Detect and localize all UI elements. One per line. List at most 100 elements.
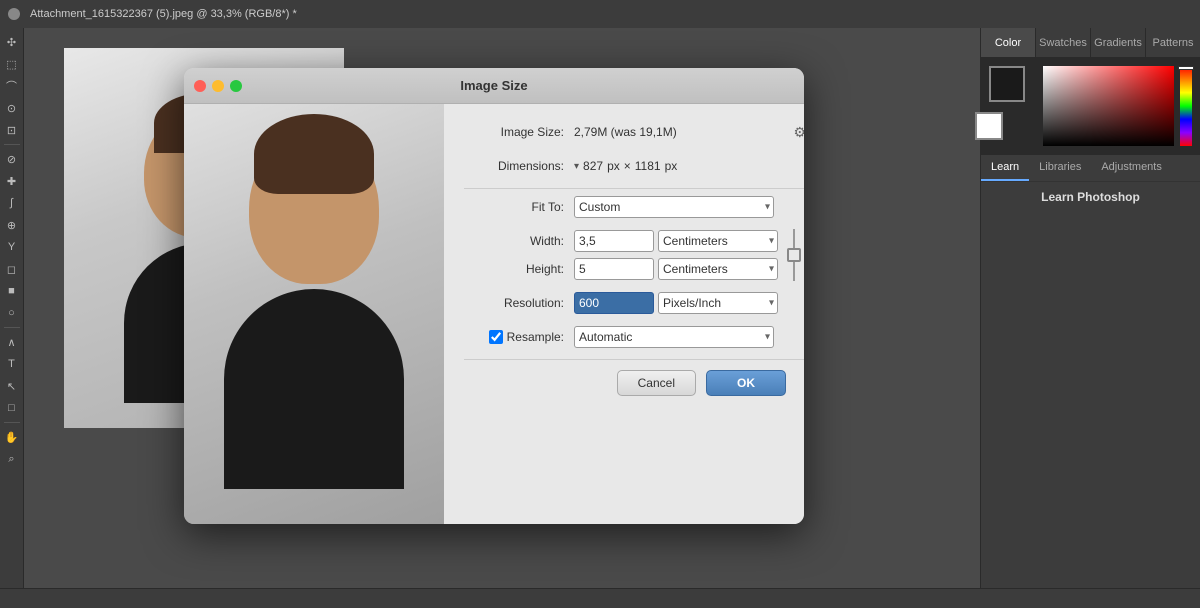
fit-to-row: Fit To: Custom Original Size View Size xyxy=(464,195,804,219)
panel-section-title: Learn Photoshop xyxy=(981,182,1200,212)
top-bar: Attachment_1615322367 (5).jpeg @ 33,3% (… xyxy=(0,0,1200,28)
resolution-row: Resolution: Pixels/Inch Pixels/Centimete… xyxy=(464,291,804,315)
image-size-label: Image Size: xyxy=(464,125,574,139)
chain-bottom-line xyxy=(793,262,795,281)
dialog-preview xyxy=(184,104,444,524)
foreground-color[interactable] xyxy=(989,66,1025,102)
dimensions-separator: × xyxy=(624,159,631,173)
dimensions-height: 1181 xyxy=(635,159,661,173)
fit-to-select-wrapper: Custom Original Size View Size xyxy=(574,196,774,218)
quick-select-tool[interactable]: ⊙ xyxy=(2,98,22,118)
tab-swatches[interactable]: Swatches xyxy=(1036,28,1091,57)
dialog-person-hair xyxy=(254,114,374,194)
color-panel-tabs: Color Swatches Gradients Patterns xyxy=(981,28,1200,58)
chain-link-box xyxy=(787,248,801,262)
resolution-label: Resolution: xyxy=(464,296,574,310)
dialog-close-button[interactable] xyxy=(194,80,206,92)
left-toolbar: ✣ ⬚ ⌒ ⊙ ⊡ ⊘ ✚ ∫ ⊕ Y ◻ ■ ○ ∧ T ↖ □ ✋ ⌕ xyxy=(0,28,24,588)
learn-panel-tabs: Learn Libraries Adjustments xyxy=(981,155,1200,182)
dimensions-toggle[interactable]: ▾ xyxy=(574,161,579,172)
tool-separator xyxy=(4,144,20,145)
hand-tool[interactable]: ✋ xyxy=(2,427,22,447)
height-row: Height: Centimeters Inches Pixels xyxy=(464,257,778,281)
resample-row: Resample: Automatic Preserve Details Bic… xyxy=(464,325,804,349)
tab-libraries[interactable]: Libraries xyxy=(1029,155,1091,181)
width-unit-select[interactable]: Centimeters Inches Pixels xyxy=(658,230,778,252)
tab-learn[interactable]: Learn xyxy=(981,155,1029,181)
clone-tool[interactable]: ⊕ xyxy=(2,215,22,235)
fit-to-select[interactable]: Custom Original Size View Size xyxy=(574,196,774,218)
resample-select-wrapper: Automatic Preserve Details Bicubic Smoot… xyxy=(574,326,774,348)
tool-separator-3 xyxy=(4,422,20,423)
move-tool[interactable]: ✣ xyxy=(2,32,22,52)
resample-label-text: Resample: xyxy=(507,330,564,344)
eraser-tool[interactable]: ◻ xyxy=(2,259,22,279)
dialog-buttons: Cancel OK xyxy=(464,359,804,412)
gear-icon[interactable]: ⚙ xyxy=(793,124,804,141)
dialog-preview-image xyxy=(184,104,444,524)
background-color[interactable] xyxy=(975,112,1003,140)
status-bar xyxy=(0,588,1200,608)
fg-bg-swatches[interactable] xyxy=(989,66,1037,114)
main-area: ✣ ⬚ ⌒ ⊙ ⊡ ⊘ ✚ ∫ ⊕ Y ◻ ■ ○ ∧ T ↖ □ ✋ ⌕ xyxy=(0,28,1200,588)
ok-button[interactable]: OK xyxy=(706,370,786,396)
right-panel: Color Swatches Gradients Patterns xyxy=(980,28,1200,588)
tab-adjustments[interactable]: Adjustments xyxy=(1091,155,1172,181)
history-brush-tool[interactable]: Y xyxy=(2,237,22,257)
image-size-value: 2,79M (was 19,1M) xyxy=(574,125,677,139)
resolution-unit-select[interactable]: Pixels/Inch Pixels/Centimeter xyxy=(658,292,778,314)
dialog-minimize-button[interactable] xyxy=(212,80,224,92)
path-select-tool[interactable]: ↖ xyxy=(2,376,22,396)
dialog-body: Image Size: 2,79M (was 19,1M) ⚙ Dimensio… xyxy=(184,104,804,524)
dimensions-width-unit: px xyxy=(607,159,620,173)
lasso-tool[interactable]: ⌒ xyxy=(2,76,22,96)
resolution-input[interactable] xyxy=(574,292,654,314)
width-label: Width: xyxy=(464,234,574,248)
marquee-tool[interactable]: ⬚ xyxy=(2,54,22,74)
canvas-area: Image Size xyxy=(24,28,980,588)
gradient-tool[interactable]: ■ xyxy=(2,281,22,301)
height-input[interactable] xyxy=(574,258,654,280)
dialog-title: Image Size xyxy=(460,78,527,93)
dimensions-row: Dimensions: ▾ 827 px × 1181 px xyxy=(464,154,804,178)
height-unit-select[interactable]: Centimeters Inches Pixels xyxy=(658,258,778,280)
window-close-button[interactable] xyxy=(8,8,20,20)
dialog-titlebar: Image Size xyxy=(184,68,804,104)
dodge-tool[interactable]: ○ xyxy=(2,303,22,323)
dimensions-label: Dimensions: xyxy=(464,159,574,173)
width-input[interactable] xyxy=(574,230,654,252)
dimensions-height-unit: px xyxy=(665,159,678,173)
heal-tool[interactable]: ✚ xyxy=(2,171,22,191)
eyedropper-tool[interactable]: ⊘ xyxy=(2,149,22,169)
resample-select[interactable]: Automatic Preserve Details Bicubic Smoot… xyxy=(574,326,774,348)
color-picker-main xyxy=(989,66,1192,146)
width-unit-wrapper: Centimeters Inches Pixels xyxy=(658,230,778,252)
window-title: Attachment_1615322367 (5).jpeg @ 33,3% (… xyxy=(30,8,297,20)
crop-tool[interactable]: ⊡ xyxy=(2,120,22,140)
tab-gradients[interactable]: Gradients xyxy=(1091,28,1146,57)
width-height-group: Width: Centimeters Inches Pixels xyxy=(464,229,804,281)
color-gradient[interactable] xyxy=(1043,66,1174,146)
tab-color[interactable]: Color xyxy=(981,28,1036,57)
cancel-button[interactable]: Cancel xyxy=(617,370,696,396)
color-gradient-overlay xyxy=(1043,66,1174,146)
zoom-tool[interactable]: ⌕ xyxy=(2,449,22,469)
brush-tool[interactable]: ∫ xyxy=(2,193,22,213)
resolution-unit-wrapper: Pixels/Inch Pixels/Centimeter xyxy=(658,292,778,314)
tool-separator-2 xyxy=(4,327,20,328)
image-size-row: Image Size: 2,79M (was 19,1M) ⚙ xyxy=(464,120,804,144)
dialog-person-head xyxy=(249,134,379,284)
pen-tool[interactable]: ∧ xyxy=(2,332,22,352)
shape-tool[interactable]: □ xyxy=(2,398,22,418)
resample-checkbox[interactable] xyxy=(489,330,503,344)
chain-top-line xyxy=(793,229,795,248)
color-picker-area xyxy=(981,58,1200,154)
text-tool[interactable]: T xyxy=(2,354,22,374)
tab-patterns[interactable]: Patterns xyxy=(1146,28,1200,57)
width-height-fields: Width: Centimeters Inches Pixels xyxy=(464,229,778,281)
color-spectrum[interactable] xyxy=(1180,66,1192,146)
dimensions-width: 827 xyxy=(583,159,603,173)
height-label: Height: xyxy=(464,262,574,276)
chain-link-icon xyxy=(782,229,804,281)
dialog-maximize-button[interactable] xyxy=(230,80,242,92)
